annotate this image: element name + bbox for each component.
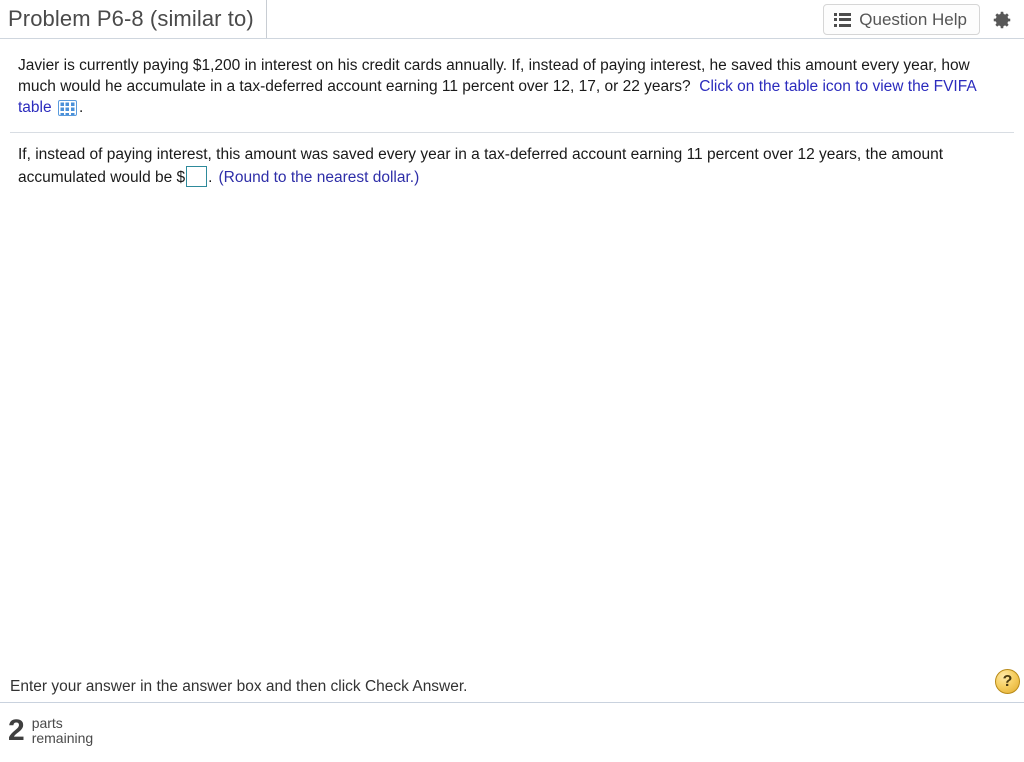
parts-remaining: 2 parts remaining	[8, 716, 93, 746]
table-grid-icon[interactable]	[57, 100, 77, 116]
question-trailing-period: .	[78, 99, 84, 116]
header-bar: Problem P6-8 (similar to) Question Help	[0, 0, 1024, 39]
parts-label-line1: parts	[31, 715, 63, 731]
answer-area: If, instead of paying interest, this amo…	[0, 143, 1024, 189]
question-text: Javier is currently paying $1,200 in int…	[18, 55, 1006, 118]
answer-input[interactable]	[186, 166, 208, 187]
parts-label-line2: remaining	[31, 730, 94, 746]
parts-count: 2	[8, 714, 25, 747]
help-badge-icon[interactable]: ?	[995, 669, 1020, 694]
rounding-hint: (Round to the nearest dollar.)	[218, 169, 420, 186]
gear-icon	[993, 11, 1011, 29]
parts-label: parts remaining	[32, 716, 93, 746]
question-help-button[interactable]: Question Help	[823, 4, 980, 35]
instruction-bar: Enter your answer in the answer box and …	[0, 672, 1024, 703]
question-player: Problem P6-8 (similar to) Question Help …	[0, 0, 1024, 762]
section-divider	[10, 132, 1014, 133]
answer-prompt-text: If, instead of paying interest, this amo…	[18, 146, 944, 186]
instruction-text: Enter your answer in the answer box and …	[10, 678, 468, 695]
settings-button[interactable]	[986, 6, 1018, 34]
answer-prompt: If, instead of paying interest, this amo…	[18, 143, 1006, 189]
answer-period: .	[208, 169, 213, 186]
question-stem: Javier is currently paying $1,200 in int…	[0, 39, 1024, 128]
problem-title-tab: Problem P6-8 (similar to)	[0, 0, 267, 38]
bottom-toolbar: 2 parts remaining Clear All Check Answer	[0, 703, 1024, 762]
page-title: Problem P6-8 (similar to)	[8, 6, 254, 31]
bulleted-list-icon	[834, 12, 852, 27]
question-help-label: Question Help	[859, 9, 967, 29]
